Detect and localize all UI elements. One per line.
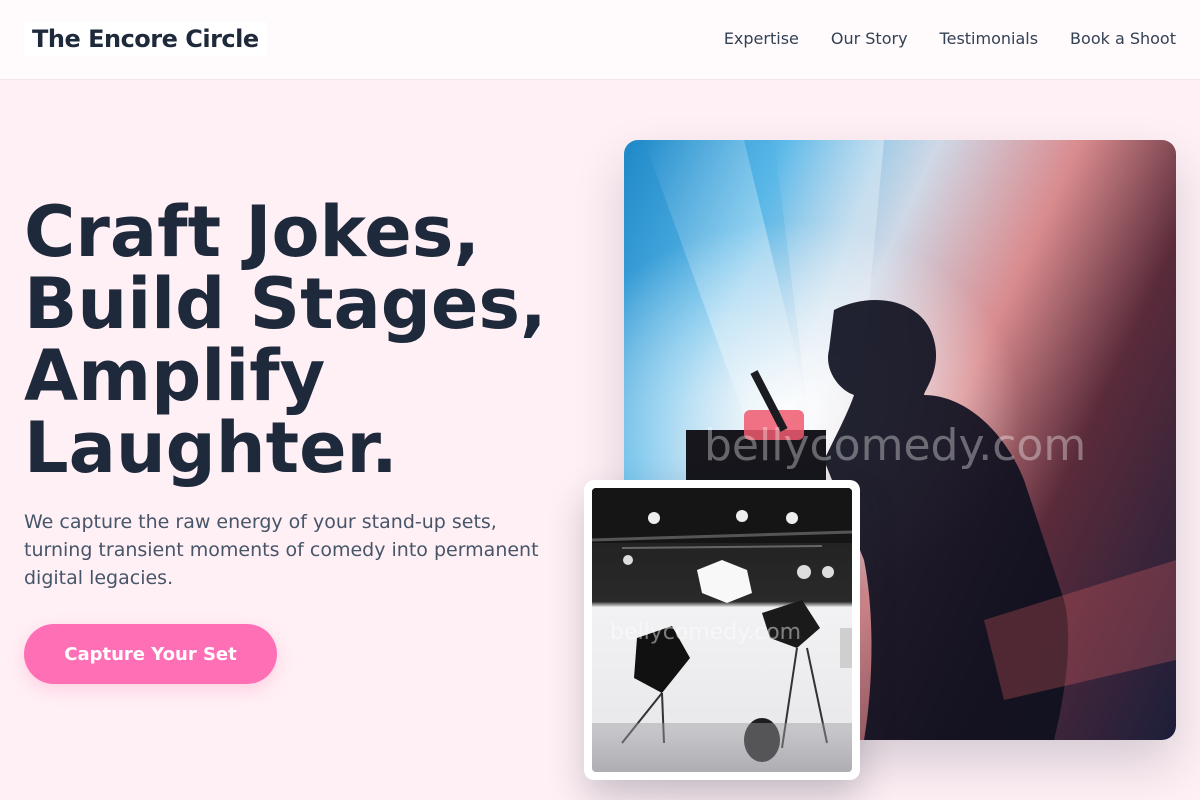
inset-photo-watermark: bellycomedy.com: [610, 620, 802, 645]
hero-title-line: Craft Jokes,: [24, 191, 480, 273]
inset-photo-frame: bellycomedy.com: [584, 480, 860, 780]
nav-link-testimonials[interactable]: Testimonials: [940, 29, 1039, 49]
hero-title: Craft Jokes, Build Stages, Amplify Laugh…: [24, 196, 584, 484]
nav-link-our-story[interactable]: Our Story: [831, 29, 908, 49]
hero-title-line: Build Stages,: [24, 263, 547, 345]
hero-subtitle: We capture the raw energy of your stand-…: [24, 511, 539, 589]
capture-your-set-button[interactable]: Capture Your Set: [24, 624, 277, 684]
photo-watermark: bellycomedy.com: [704, 420, 1087, 471]
inset-photo-studio: bellycomedy.com: [592, 488, 852, 772]
hero-title-line: Laughter.: [24, 407, 398, 489]
site-header: The Encore Circle Expertise Our Story Te…: [0, 0, 1200, 80]
brand-logo[interactable]: The Encore Circle: [24, 22, 267, 56]
hero-title-line: Amplify: [24, 335, 326, 417]
main-nav: Expertise Our Story Testimonials Book a …: [724, 29, 1176, 49]
nav-link-book-a-shoot[interactable]: Book a Shoot: [1070, 29, 1176, 49]
nav-link-expertise[interactable]: Expertise: [724, 29, 799, 49]
